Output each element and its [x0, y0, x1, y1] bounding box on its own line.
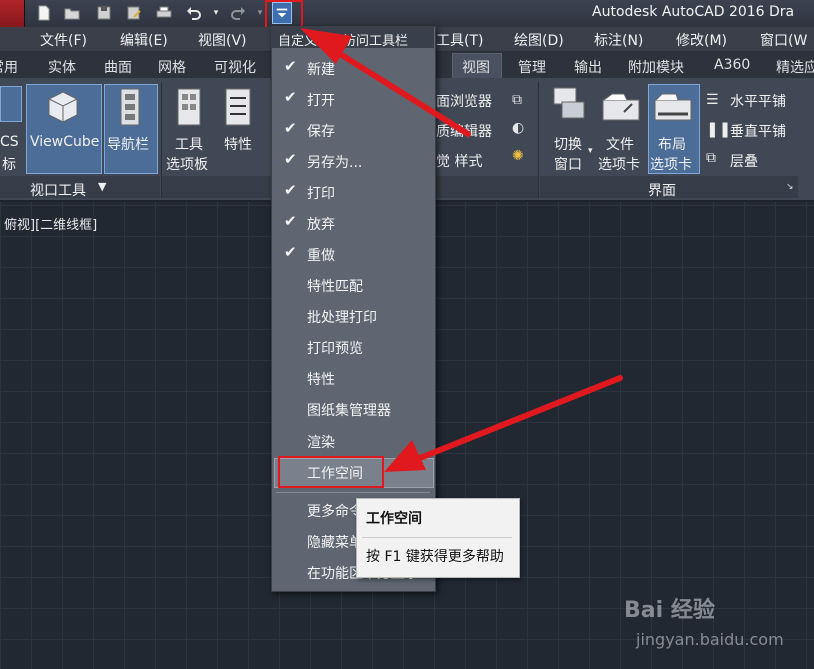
baidu-url-watermark: jingyan.baidu.com	[636, 630, 784, 649]
baidu-logo-watermark: Bai 经验	[624, 598, 715, 623]
annotation-arrows	[300, 28, 623, 472]
arrow-to-workspace-line	[417, 375, 623, 461]
arrow-to-qat-line	[337, 51, 471, 137]
